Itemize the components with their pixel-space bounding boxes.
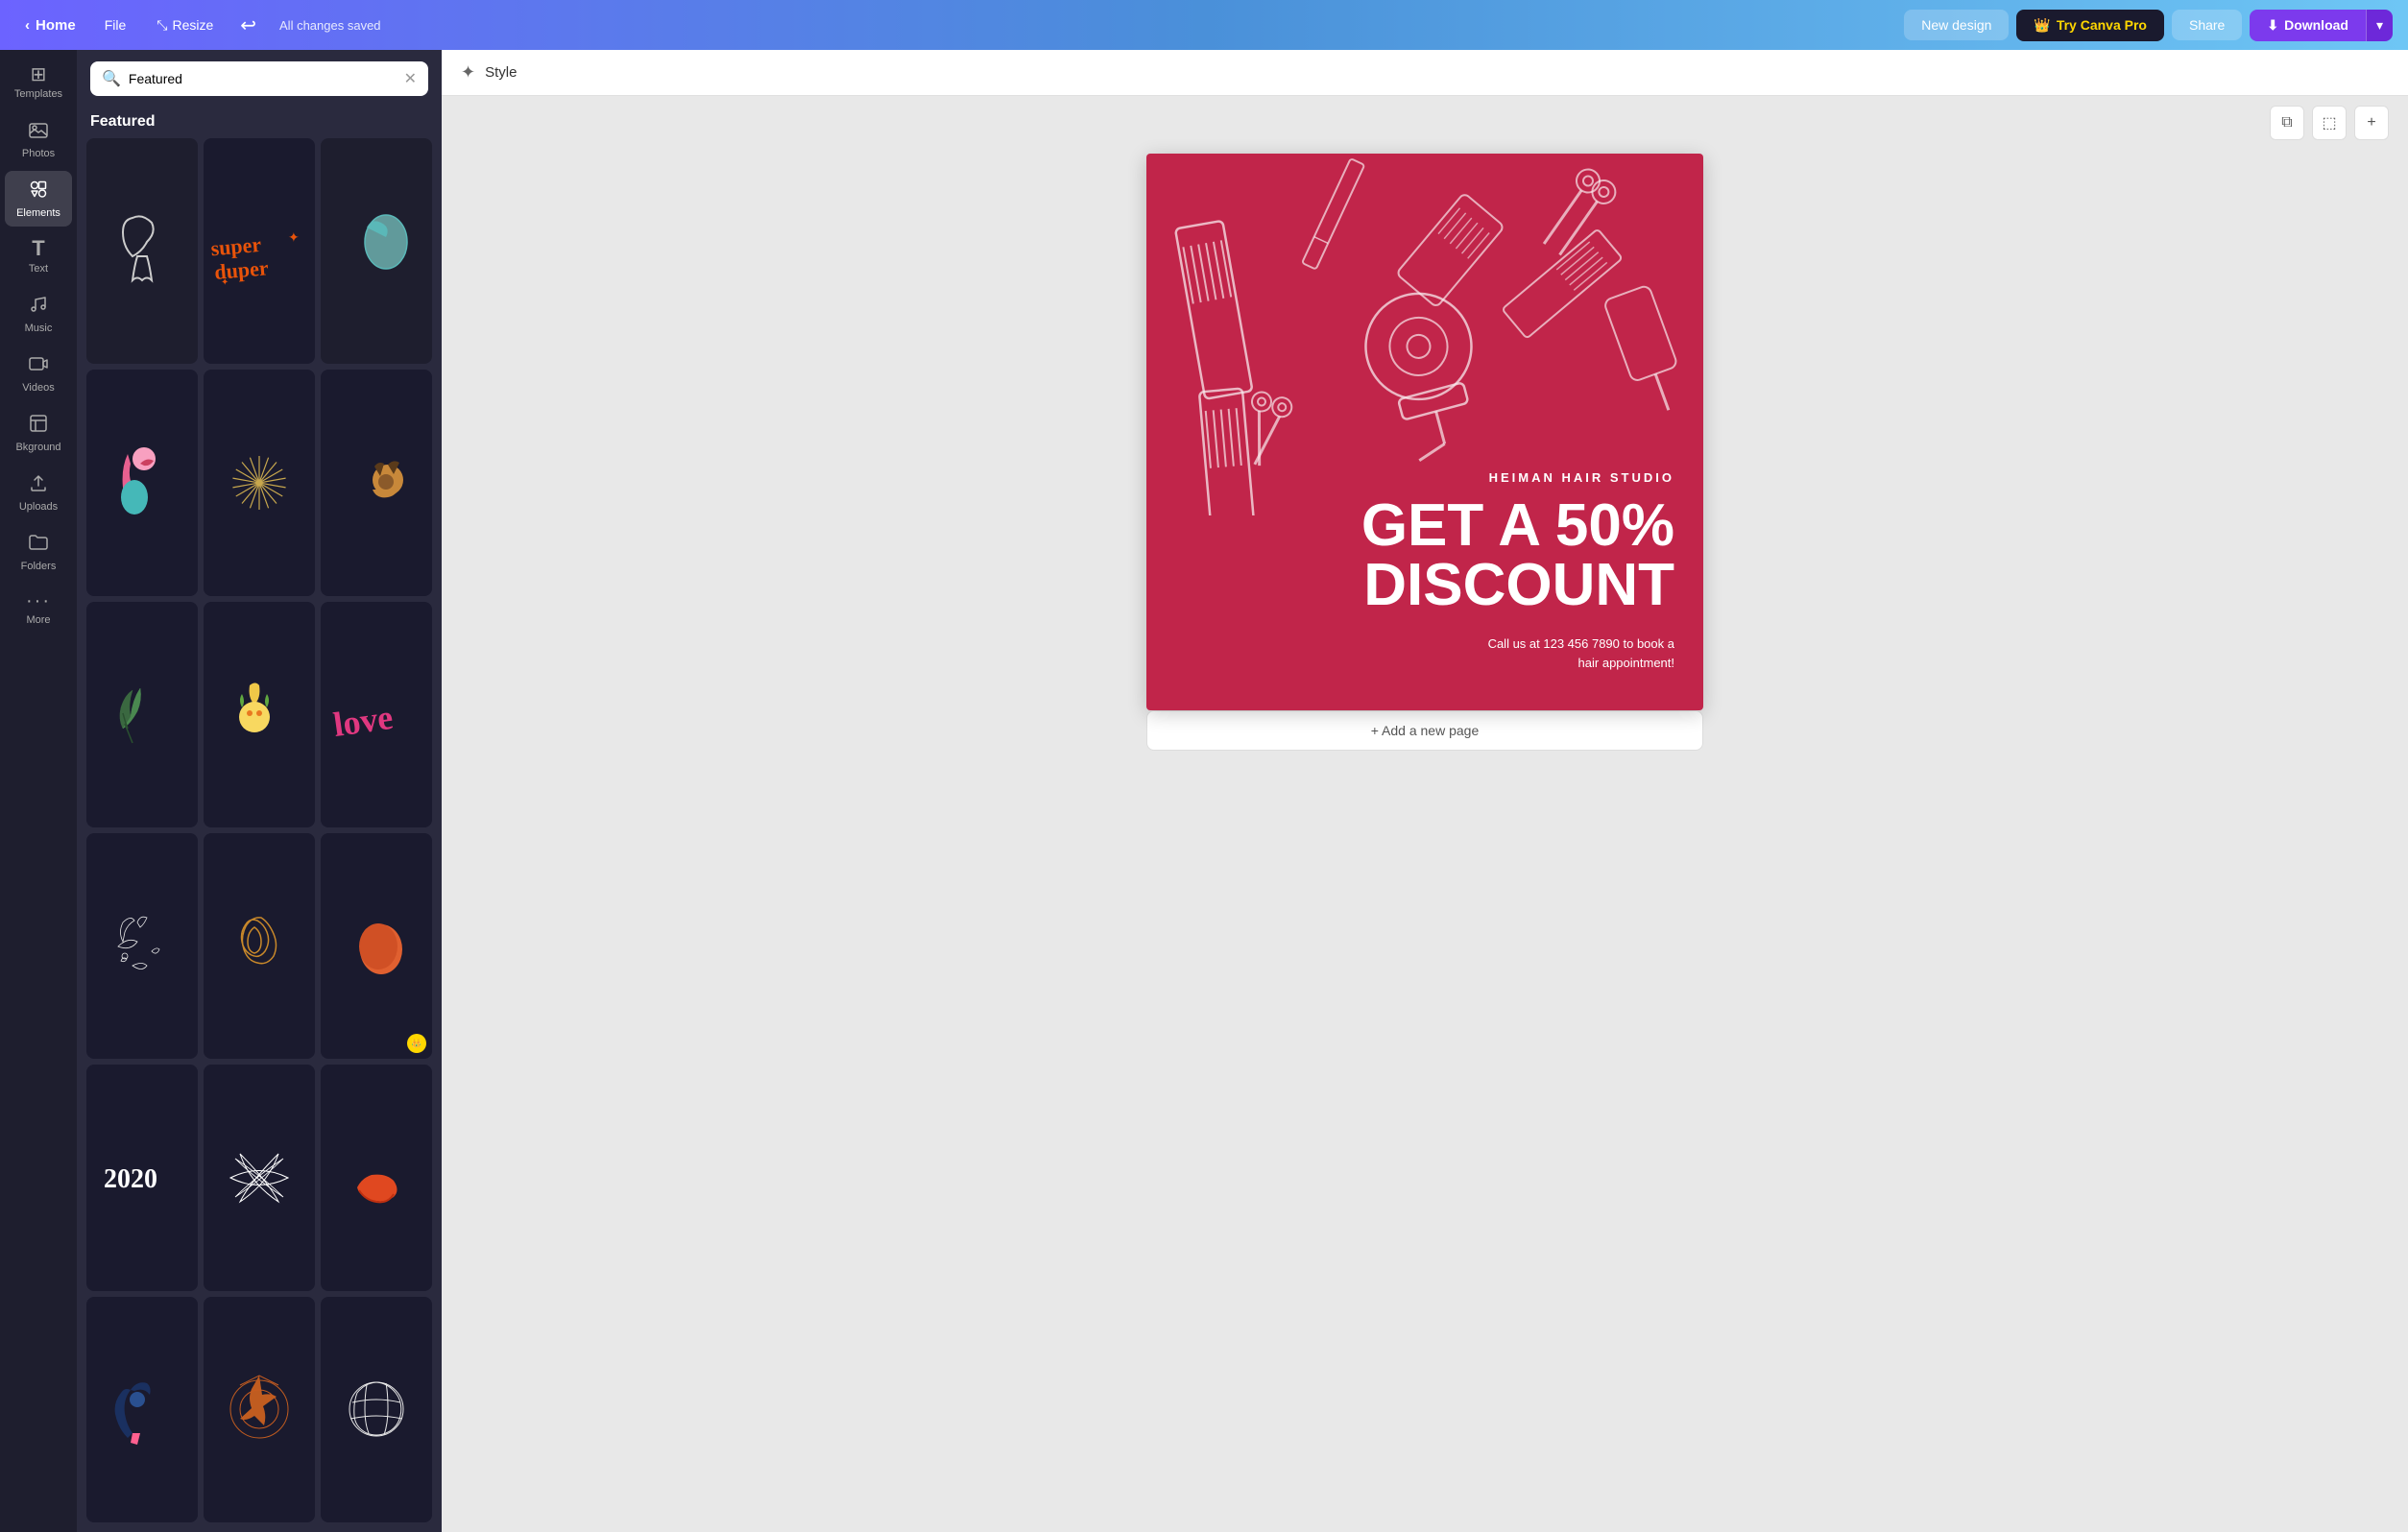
chevron-left-icon: ‹ xyxy=(25,17,30,34)
templates-icon: ⊞ xyxy=(31,65,47,84)
list-item[interactable] xyxy=(86,602,198,827)
text-icon: T xyxy=(32,238,44,259)
download-icon: ⬇ xyxy=(2267,17,2278,34)
photos-icon xyxy=(28,119,49,144)
card-text: HEIMAN HAIR STUDIO GET A 50%DISCOUNT Cal… xyxy=(1361,470,1674,672)
sidebar-item-background[interactable]: Bkground xyxy=(5,405,72,461)
sidebar-item-label: Templates xyxy=(14,88,62,100)
sidebar-item-more[interactable]: ··· More xyxy=(5,584,72,634)
download-label: Download xyxy=(2284,17,2348,33)
list-item[interactable] xyxy=(204,602,315,827)
sidebar-item-label: Music xyxy=(25,323,53,334)
list-item[interactable] xyxy=(86,1297,198,1522)
sidebar-item-label: More xyxy=(26,614,50,626)
folders-icon xyxy=(28,532,49,557)
svg-text:✦: ✦ xyxy=(288,229,300,245)
add-page-button[interactable]: + xyxy=(2354,106,2389,140)
resize-icon: ⤡ xyxy=(157,17,167,34)
sidebar-item-label: Videos xyxy=(22,382,54,394)
list-item[interactable] xyxy=(204,1065,315,1290)
style-bar: ✦ Style xyxy=(442,50,2408,96)
download-group: ⬇ Download ▾ xyxy=(2250,10,2393,41)
canvas-tools: ⧉ ⬚ + xyxy=(2270,106,2389,140)
list-item[interactable] xyxy=(321,1065,432,1290)
list-item[interactable] xyxy=(86,370,198,595)
list-item[interactable]: 👑 xyxy=(321,833,432,1059)
featured-label: Featured xyxy=(77,108,442,138)
list-item[interactable] xyxy=(86,833,198,1059)
list-item[interactable] xyxy=(204,370,315,595)
design-card[interactable]: HEIMAN HAIR STUDIO GET A 50%DISCOUNT Cal… xyxy=(1146,154,1703,710)
duplicate-page-button[interactable]: ⧉ xyxy=(2270,106,2304,140)
download-dropdown-button[interactable]: ▾ xyxy=(2366,10,2393,41)
subtext: Call us at 123 456 7890 to book ahair ap… xyxy=(1361,634,1674,672)
search-input-wrap: 🔍 ✕ xyxy=(90,61,428,96)
uploads-icon xyxy=(28,472,49,497)
style-label: Style xyxy=(485,64,517,81)
sidebar-item-label: Folders xyxy=(21,561,57,572)
list-item[interactable] xyxy=(321,370,432,595)
design-card-wrap: HEIMAN HAIR STUDIO GET A 50%DISCOUNT Cal… xyxy=(1146,154,1703,770)
elements-icon xyxy=(28,179,49,203)
file-menu-button[interactable]: File xyxy=(93,12,138,38)
sidebar-item-music[interactable]: Music xyxy=(5,286,72,342)
videos-icon xyxy=(28,353,49,378)
try-pro-label: Try Canva Pro xyxy=(2057,17,2147,33)
crown-icon: 👑 xyxy=(2034,17,2050,34)
sidebar-item-text[interactable]: T Text xyxy=(5,230,72,282)
music-icon xyxy=(28,294,49,319)
sidebar-item-label: Bkground xyxy=(15,442,60,453)
headline: GET A 50%DISCOUNT xyxy=(1361,496,1674,615)
sidebar-item-elements[interactable]: Elements xyxy=(5,171,72,227)
new-design-button[interactable]: New design xyxy=(1904,10,2009,40)
sidebar-item-folders[interactable]: Folders xyxy=(5,524,72,580)
studio-name: HEIMAN HAIR STUDIO xyxy=(1361,470,1674,485)
list-item[interactable]: 2020 xyxy=(86,1065,198,1290)
background-icon xyxy=(28,413,49,438)
save-status: All changes saved xyxy=(279,18,381,33)
svg-text:love: love xyxy=(331,698,396,744)
svg-text:2020: 2020 xyxy=(104,1164,157,1194)
list-item[interactable] xyxy=(321,1297,432,1522)
elements-grid: super duper ✦ ✦ xyxy=(77,138,442,1532)
resize-label: Resize xyxy=(172,17,213,33)
list-item[interactable]: super duper ✦ ✦ xyxy=(204,138,315,364)
sidebar-item-label: Text xyxy=(29,263,48,275)
elements-panel: 🔍 ✕ Featured super duper ✦ ✦ xyxy=(77,50,442,1532)
top-navigation: ‹ Home File ⤡ Resize ↩ All changes saved… xyxy=(0,0,2408,50)
pro-badge: 👑 xyxy=(407,1034,426,1053)
sidebar-item-uploads[interactable]: Uploads xyxy=(5,465,72,520)
add-new-page-button[interactable]: + Add a new page xyxy=(1146,710,1703,751)
search-clear-button[interactable]: ✕ xyxy=(404,69,417,88)
svg-text:✦: ✦ xyxy=(221,277,229,288)
list-item[interactable]: love xyxy=(321,602,432,827)
resize-button[interactable]: ⤡ Resize xyxy=(145,12,225,39)
download-button[interactable]: ⬇ Download xyxy=(2250,10,2366,41)
sidebar-item-label: Uploads xyxy=(19,501,58,513)
home-button[interactable]: ‹ Home xyxy=(15,12,85,39)
copy-button[interactable]: ⬚ xyxy=(2312,106,2347,140)
sidebar-item-videos[interactable]: Videos xyxy=(5,346,72,401)
search-icon: 🔍 xyxy=(102,69,121,88)
home-label: Home xyxy=(36,17,76,34)
try-pro-button[interactable]: 👑 Try Canva Pro xyxy=(2016,10,2164,41)
sidebar-item-label: Photos xyxy=(22,148,55,159)
canvas-area: ✦ Style ⧉ ⬚ + xyxy=(442,50,2408,1532)
list-item[interactable] xyxy=(86,138,198,364)
sidebar-item-label: Elements xyxy=(16,207,60,219)
icon-sidebar: ⊞ Templates Photos El xyxy=(0,50,77,1532)
more-icon: ··· xyxy=(26,591,51,610)
main-layout: ⊞ Templates Photos El xyxy=(0,50,2408,1532)
search-bar: 🔍 ✕ xyxy=(77,50,442,108)
undo-button[interactable]: ↩ xyxy=(232,10,264,41)
sidebar-item-templates[interactable]: ⊞ Templates xyxy=(5,58,72,108)
sidebar-item-photos[interactable]: Photos xyxy=(5,111,72,167)
list-item[interactable] xyxy=(204,833,315,1059)
share-button[interactable]: Share xyxy=(2172,10,2242,40)
style-sparkle-icon: ✦ xyxy=(461,62,475,83)
list-item[interactable] xyxy=(204,1297,315,1522)
list-item[interactable] xyxy=(321,138,432,364)
search-input[interactable] xyxy=(129,71,397,86)
